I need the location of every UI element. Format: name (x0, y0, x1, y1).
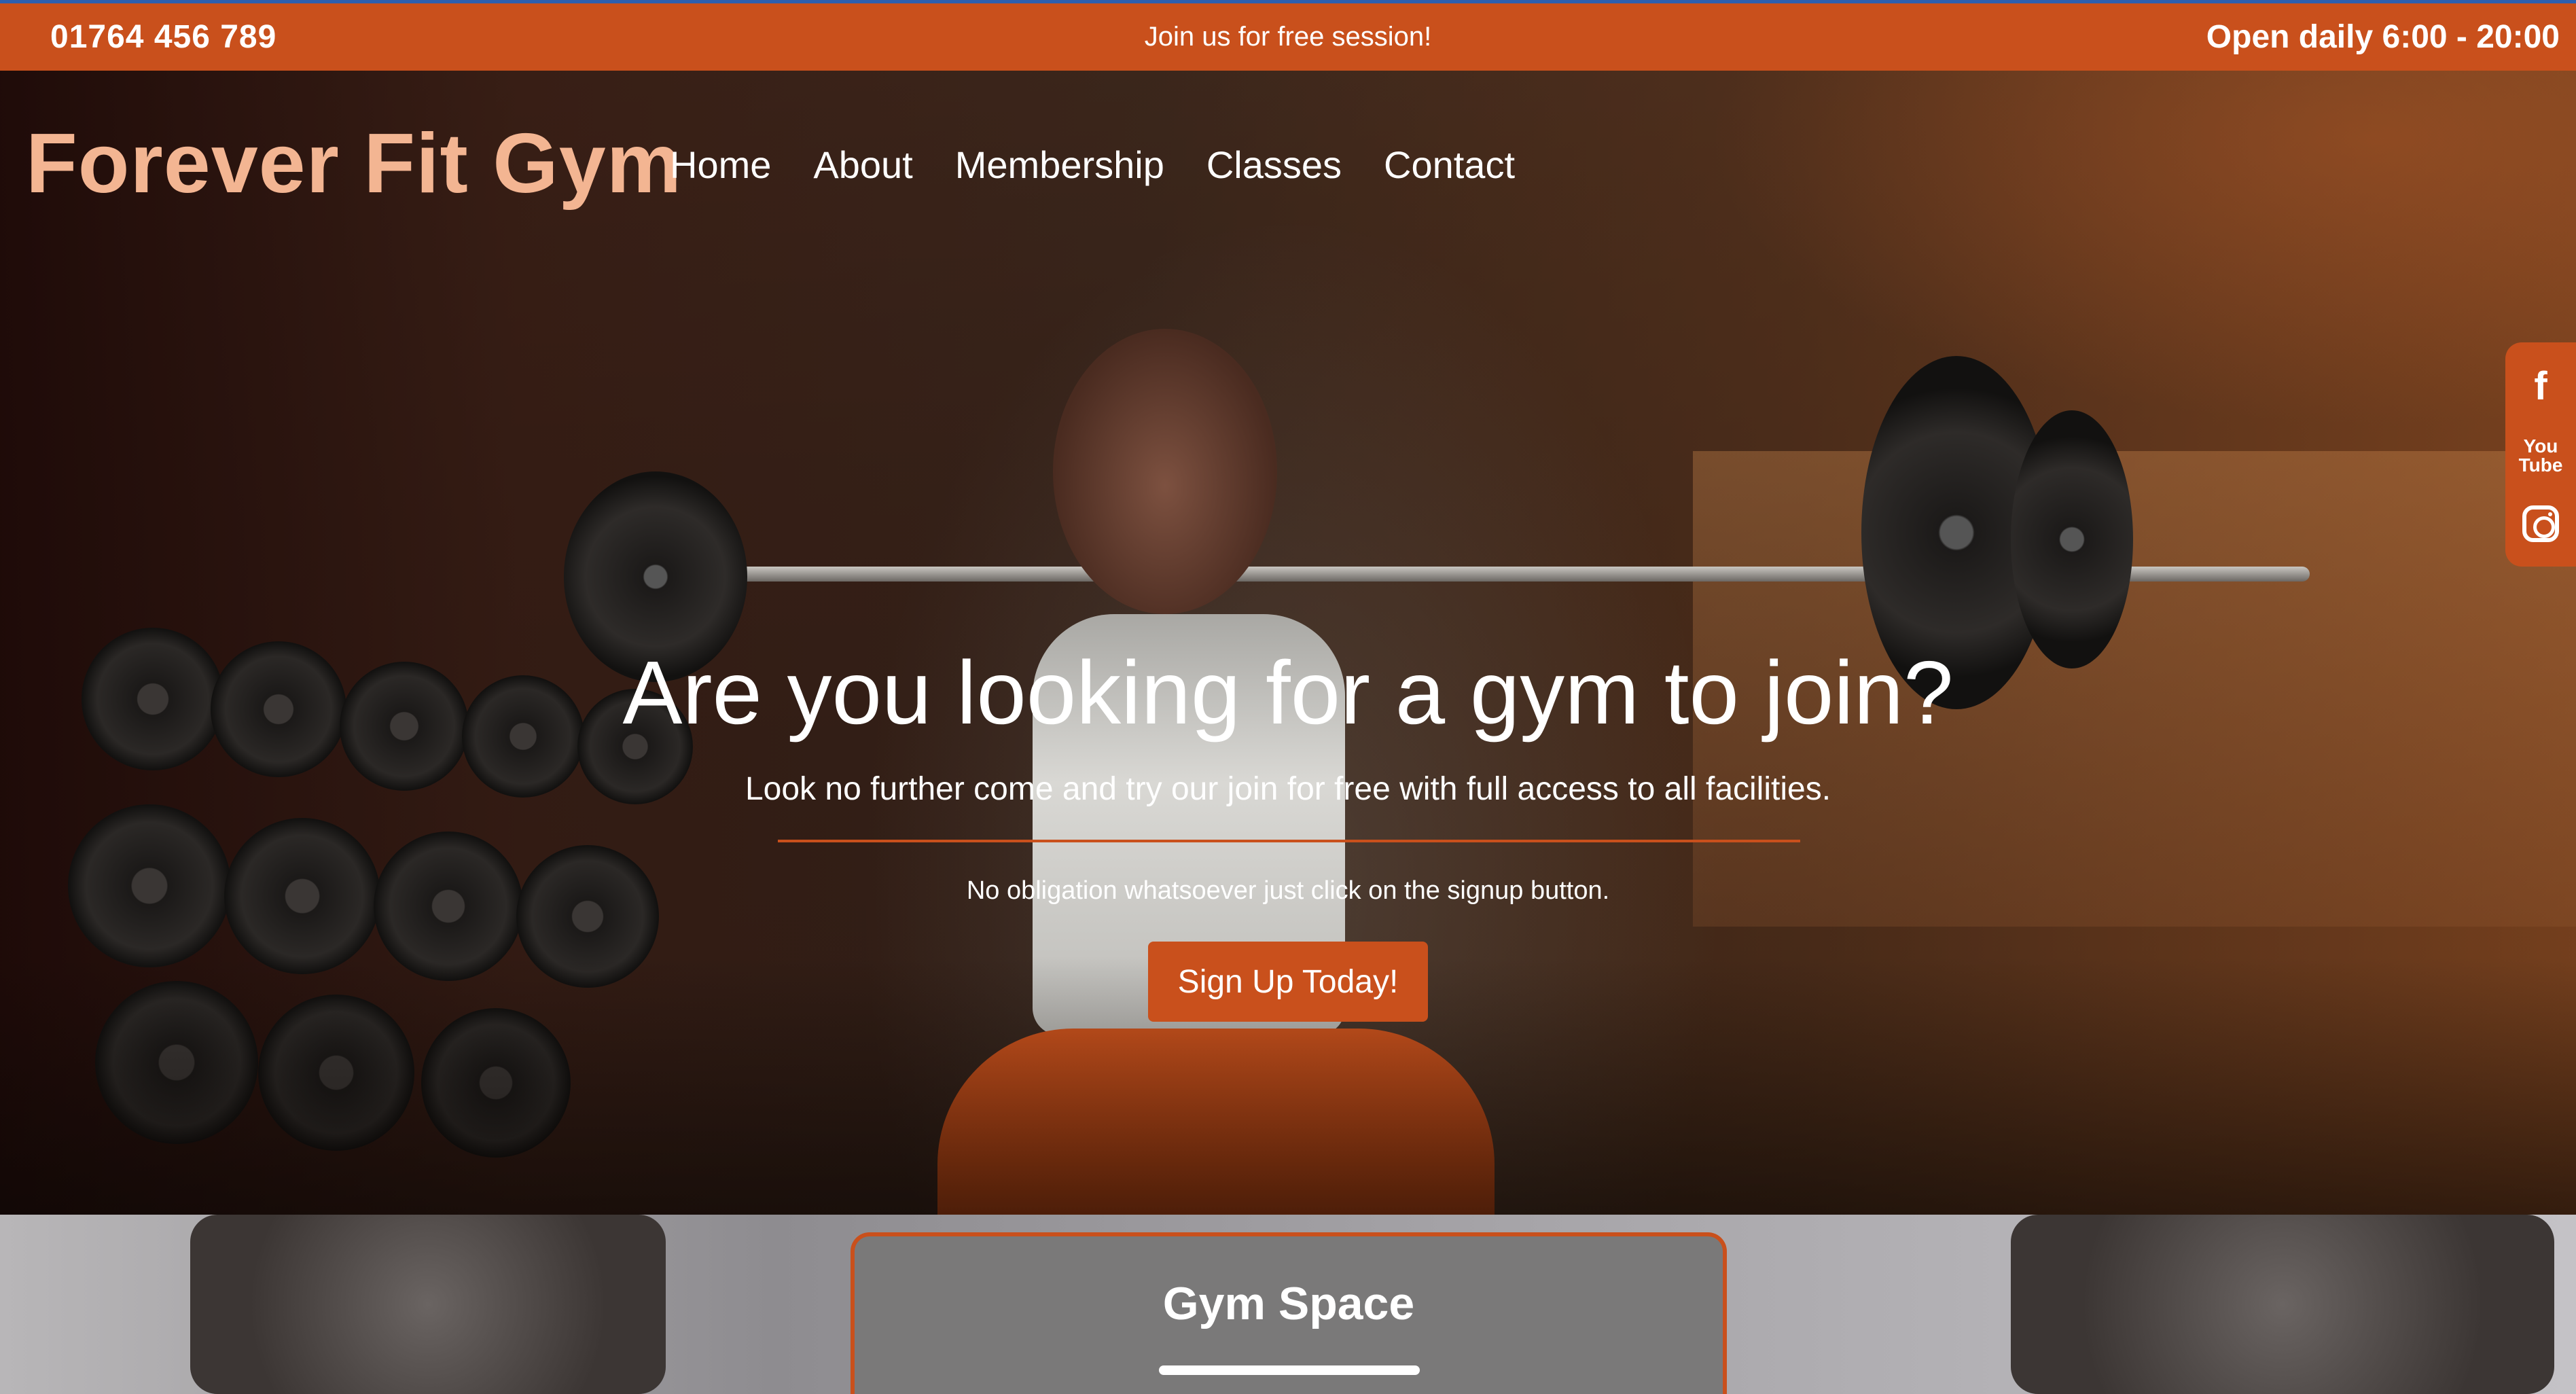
section-title-underline (1159, 1365, 1420, 1375)
nav-item-home[interactable]: Home (670, 143, 771, 187)
hero-section: Are you looking for a gym to join? Look … (0, 71, 2576, 1215)
weight-plate-image (2011, 1215, 2554, 1394)
top-bar: 01764 456 789 Join us for free session! … (0, 0, 2576, 71)
nav-item-contact[interactable]: Contact (1384, 143, 1515, 187)
gloves-image (190, 1215, 666, 1394)
site-logo[interactable]: Forever Fit Gym (26, 115, 682, 212)
main-nav: Home About Membership Classes Contact (670, 143, 1515, 187)
section-title: Gym Space (1162, 1278, 1415, 1329)
nav-item-about[interactable]: About (813, 143, 912, 187)
youtube-icon-bottom: Tube (2518, 454, 2563, 476)
sign-up-button[interactable]: Sign Up Today! (1148, 942, 1428, 1022)
nav-item-membership[interactable]: Membership (955, 143, 1164, 187)
youtube-icon-top: You (2523, 435, 2558, 457)
hero-note: No obligation whatsoever just click on t… (966, 876, 1610, 905)
instagram-icon[interactable] (2522, 505, 2559, 542)
gym-space-section: Gym Space (0, 1215, 2576, 1394)
social-links: f You Tube (2505, 342, 2576, 567)
phone-number[interactable]: 01764 456 789 (50, 18, 276, 56)
hero-content: Are you looking for a gym to join? Look … (0, 71, 2576, 1215)
hero-divider (778, 840, 1800, 842)
promo-text: Join us for free session! (1144, 22, 1432, 52)
facebook-icon[interactable]: f (2534, 367, 2547, 406)
nav-item-classes[interactable]: Classes (1206, 143, 1342, 187)
hero-headline: Are you looking for a gym to join? (622, 643, 1954, 743)
gym-space-card: Gym Space (851, 1232, 1727, 1394)
opening-hours: Open daily 6:00 - 20:00 (2206, 19, 2560, 55)
hero-subline: Look no further come and try our join fo… (745, 771, 1831, 807)
youtube-icon[interactable]: You Tube (2518, 435, 2563, 476)
